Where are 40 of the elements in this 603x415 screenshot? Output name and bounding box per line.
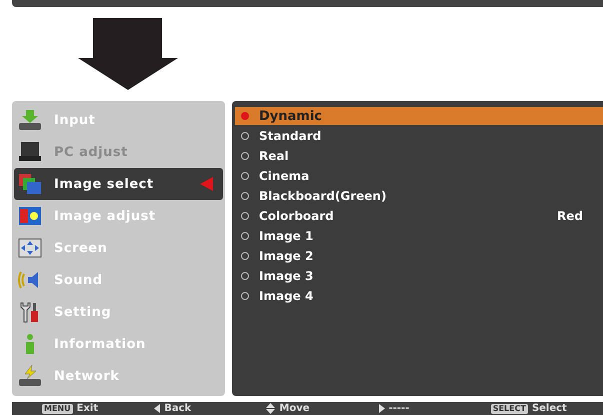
option-value: Red (557, 209, 583, 223)
option-item[interactable]: Image 2 (235, 246, 603, 266)
option-item[interactable]: Standard (235, 126, 603, 146)
right-arrow-icon (378, 404, 385, 413)
radio-button[interactable] (241, 272, 249, 280)
key-label: MENU (42, 404, 73, 414)
option-item[interactable]: Cinema (235, 166, 603, 186)
download-icon (18, 109, 42, 131)
hint-label: Select (532, 403, 567, 414)
hint-label: Move (279, 403, 310, 414)
radio-button[interactable] (241, 132, 249, 140)
option-item[interactable]: Image 3 (235, 266, 603, 286)
option-item[interactable]: Real (235, 146, 603, 166)
laptop-icon (18, 141, 42, 163)
option-item[interactable]: Colorboard Red (235, 206, 603, 226)
radio-button[interactable] (241, 252, 249, 260)
option-item[interactable]: Blackboard(Green) (235, 186, 603, 206)
brightness-icon (18, 205, 42, 227)
option-item[interactable]: Image 4 (235, 286, 603, 306)
radio-button[interactable] (241, 172, 249, 180)
screen-icon (18, 237, 42, 259)
image-stack-icon (18, 173, 42, 195)
left-arrow-icon (154, 404, 160, 413)
hint-label: ----- (388, 403, 410, 414)
down-arrow-icon (78, 18, 178, 90)
radio-button[interactable] (241, 192, 249, 200)
option-item[interactable]: Image 1 (235, 226, 603, 246)
radio-button[interactable] (241, 112, 249, 120)
key-label: SELECT (490, 404, 528, 414)
hint-label: Back (164, 403, 192, 414)
radio-button[interactable] (241, 232, 249, 240)
radio-button[interactable] (241, 292, 249, 300)
option-item[interactable]: Dynamic (235, 107, 603, 125)
radio-button[interactable] (241, 152, 249, 160)
up-down-arrow-icon (266, 403, 276, 414)
pointer-icon (200, 177, 213, 191)
menu-item[interactable]: Image select (14, 168, 223, 200)
radio-button[interactable] (241, 212, 249, 220)
hint-label: Exit (76, 403, 98, 414)
network-icon (18, 365, 42, 387)
